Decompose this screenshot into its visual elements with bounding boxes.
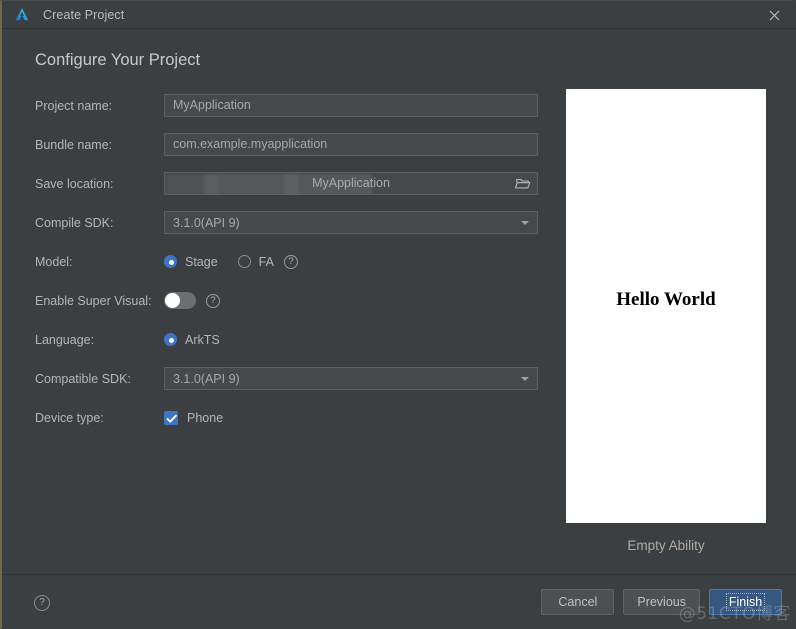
radio-label-arkts: ArkTS — [185, 332, 220, 347]
language-radio-group: ArkTS — [164, 333, 220, 347]
radio-model-fa[interactable]: FA — [237, 254, 274, 269]
row-compatible-sdk: Compatible SDK: 3.1.0(API 9) — [35, 359, 545, 398]
preview-caption: Empty Ability — [627, 538, 705, 553]
label-compile-sdk: Compile SDK: — [35, 215, 114, 230]
row-model: Model: Stage FA ? — [35, 242, 545, 281]
label-compatible-sdk: Compatible SDK: — [35, 371, 131, 386]
folder-open-icon[interactable] — [514, 176, 532, 192]
row-bundle-name: Bundle name: com.example.myapplication — [35, 125, 545, 164]
chevron-down-icon — [521, 221, 529, 225]
page-title: Configure Your Project — [35, 51, 201, 69]
row-project-name: Project name: MyApplication — [35, 86, 545, 125]
toggle-knob — [165, 293, 180, 308]
project-name-input[interactable]: MyApplication — [164, 94, 538, 117]
cancel-button[interactable]: Cancel — [541, 589, 615, 615]
model-radio-group: Stage FA ? — [164, 254, 298, 269]
compile-sdk-value: 3.1.0(API 9) — [173, 215, 240, 230]
chevron-down-icon — [521, 377, 529, 381]
radio-model-stage[interactable]: Stage — [164, 255, 218, 269]
radio-language-arkts[interactable]: ArkTS — [164, 333, 220, 347]
bundle-name-input[interactable]: com.example.myapplication — [164, 133, 538, 156]
previous-button-label: Previous — [637, 595, 686, 609]
create-project-dialog: Create Project Configure Your Project Pr… — [0, 0, 796, 629]
label-save-location: Save location: — [35, 176, 114, 191]
checkbox-indicator-phone — [164, 410, 178, 425]
window-title: Create Project — [43, 7, 125, 22]
super-visual-help-icon[interactable]: ? — [206, 293, 220, 308]
row-save-location: Save location: MyApplication — [35, 164, 545, 203]
radio-indicator-stage — [164, 255, 177, 268]
radio-label-stage: Stage — [185, 254, 218, 269]
label-project-name: Project name: — [35, 98, 113, 113]
template-preview: Hello World Empty Ability — [566, 89, 766, 553]
cancel-button-label: Cancel — [558, 595, 598, 609]
row-language: Language: ArkTS — [35, 320, 545, 359]
preview-hello-world-text: Hello World — [616, 289, 716, 310]
deveco-studio-logo-icon — [13, 6, 31, 24]
label-model: Model: — [35, 254, 73, 269]
label-enable-super-visual: Enable Super Visual: — [35, 293, 152, 308]
label-bundle-name: Bundle name: — [35, 137, 113, 152]
enable-super-visual-toggle[interactable] — [164, 292, 196, 309]
radio-label-fa: FA — [258, 254, 274, 269]
label-language: Language: — [35, 332, 95, 347]
compile-sdk-select[interactable]: 3.1.0(API 9) — [164, 211, 538, 234]
row-device-type: Device type: Phone — [35, 398, 545, 437]
footer-button-group: Cancel Previous Finish — [532, 589, 782, 615]
project-config-form: Project name: MyApplication Bundle name:… — [35, 86, 545, 437]
title-bar: Create Project — [2, 1, 796, 29]
bundle-name-value: com.example.myapplication — [173, 137, 328, 151]
row-enable-super-visual: Enable Super Visual: ? — [35, 281, 545, 320]
checkbox-label-phone: Phone — [187, 410, 224, 425]
radio-indicator-fa — [237, 255, 251, 268]
row-compile-sdk: Compile SDK: 3.1.0(API 9) — [35, 203, 545, 242]
preview-screen: Hello World — [566, 89, 766, 523]
previous-button[interactable]: Previous — [623, 589, 700, 615]
checkbox-device-phone[interactable]: Phone — [164, 410, 224, 425]
compatible-sdk-value: 3.1.0(API 9) — [173, 371, 240, 386]
save-location-input[interactable]: MyApplication — [164, 172, 538, 195]
label-device-type: Device type: — [35, 410, 104, 425]
save-location-value: MyApplication — [312, 176, 390, 190]
compatible-sdk-select[interactable]: 3.1.0(API 9) — [164, 367, 538, 390]
dialog-footer: ? Cancel Previous Finish — [2, 574, 796, 629]
dialog-body: Configure Your Project Project name: MyA… — [2, 29, 796, 574]
finish-button[interactable]: Finish — [709, 589, 782, 615]
finish-button-label: Finish — [725, 593, 766, 611]
footer-help-icon[interactable]: ? — [34, 595, 50, 611]
model-help-icon[interactable]: ? — [283, 254, 298, 269]
project-name-value: MyApplication — [173, 98, 251, 112]
close-icon[interactable] — [764, 6, 784, 24]
radio-indicator-arkts — [164, 333, 177, 346]
